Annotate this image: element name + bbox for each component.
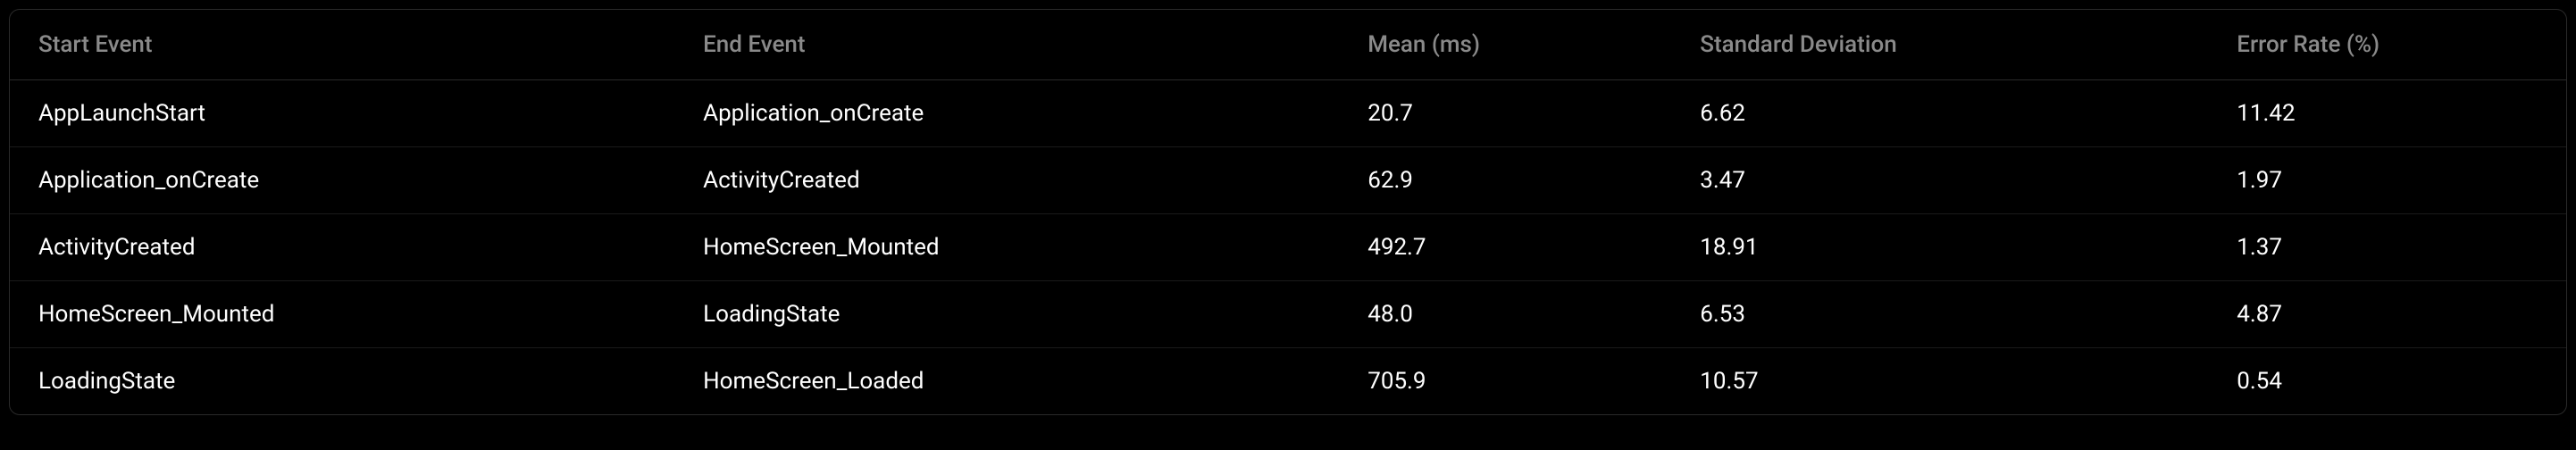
cell-mean: 492.7 [1339, 214, 1671, 281]
cell-std-dev: 3.47 [1671, 147, 2208, 214]
table-row: LoadingState HomeScreen_Loaded 705.9 10.… [10, 348, 2566, 415]
header-error-rate[interactable]: Error Rate (%) [2208, 10, 2566, 80]
cell-end-event: HomeScreen_Mounted [674, 214, 1339, 281]
table-header-row: Start Event End Event Mean (ms) Standard… [10, 10, 2566, 80]
cell-start-event: AppLaunchStart [10, 80, 674, 147]
cell-start-event: HomeScreen_Mounted [10, 281, 674, 348]
cell-start-event: Application_onCreate [10, 147, 674, 214]
table-row: ActivityCreated HomeScreen_Mounted 492.7… [10, 214, 2566, 281]
header-start-event[interactable]: Start Event [10, 10, 674, 80]
cell-error-rate: 0.54 [2208, 348, 2566, 415]
cell-start-event: ActivityCreated [10, 214, 674, 281]
table-row: Application_onCreate ActivityCreated 62.… [10, 147, 2566, 214]
table-row: HomeScreen_Mounted LoadingState 48.0 6.5… [10, 281, 2566, 348]
cell-mean: 20.7 [1339, 80, 1671, 147]
header-std-dev[interactable]: Standard Deviation [1671, 10, 2208, 80]
cell-error-rate: 11.42 [2208, 80, 2566, 147]
cell-end-event: ActivityCreated [674, 147, 1339, 214]
cell-end-event: HomeScreen_Loaded [674, 348, 1339, 415]
cell-std-dev: 6.62 [1671, 80, 2208, 147]
header-end-event[interactable]: End Event [674, 10, 1339, 80]
header-mean[interactable]: Mean (ms) [1339, 10, 1671, 80]
cell-std-dev: 18.91 [1671, 214, 2208, 281]
table-body: AppLaunchStart Application_onCreate 20.7… [10, 80, 2566, 415]
cell-start-event: LoadingState [10, 348, 674, 415]
table-row: AppLaunchStart Application_onCreate 20.7… [10, 80, 2566, 147]
cell-end-event: Application_onCreate [674, 80, 1339, 147]
cell-mean: 705.9 [1339, 348, 1671, 415]
cell-error-rate: 1.37 [2208, 214, 2566, 281]
cell-std-dev: 10.57 [1671, 348, 2208, 415]
cell-end-event: LoadingState [674, 281, 1339, 348]
cell-std-dev: 6.53 [1671, 281, 2208, 348]
cell-error-rate: 4.87 [2208, 281, 2566, 348]
metrics-table-container: Start Event End Event Mean (ms) Standard… [9, 9, 2567, 415]
cell-error-rate: 1.97 [2208, 147, 2566, 214]
cell-mean: 62.9 [1339, 147, 1671, 214]
cell-mean: 48.0 [1339, 281, 1671, 348]
metrics-table: Start Event End Event Mean (ms) Standard… [10, 10, 2566, 414]
